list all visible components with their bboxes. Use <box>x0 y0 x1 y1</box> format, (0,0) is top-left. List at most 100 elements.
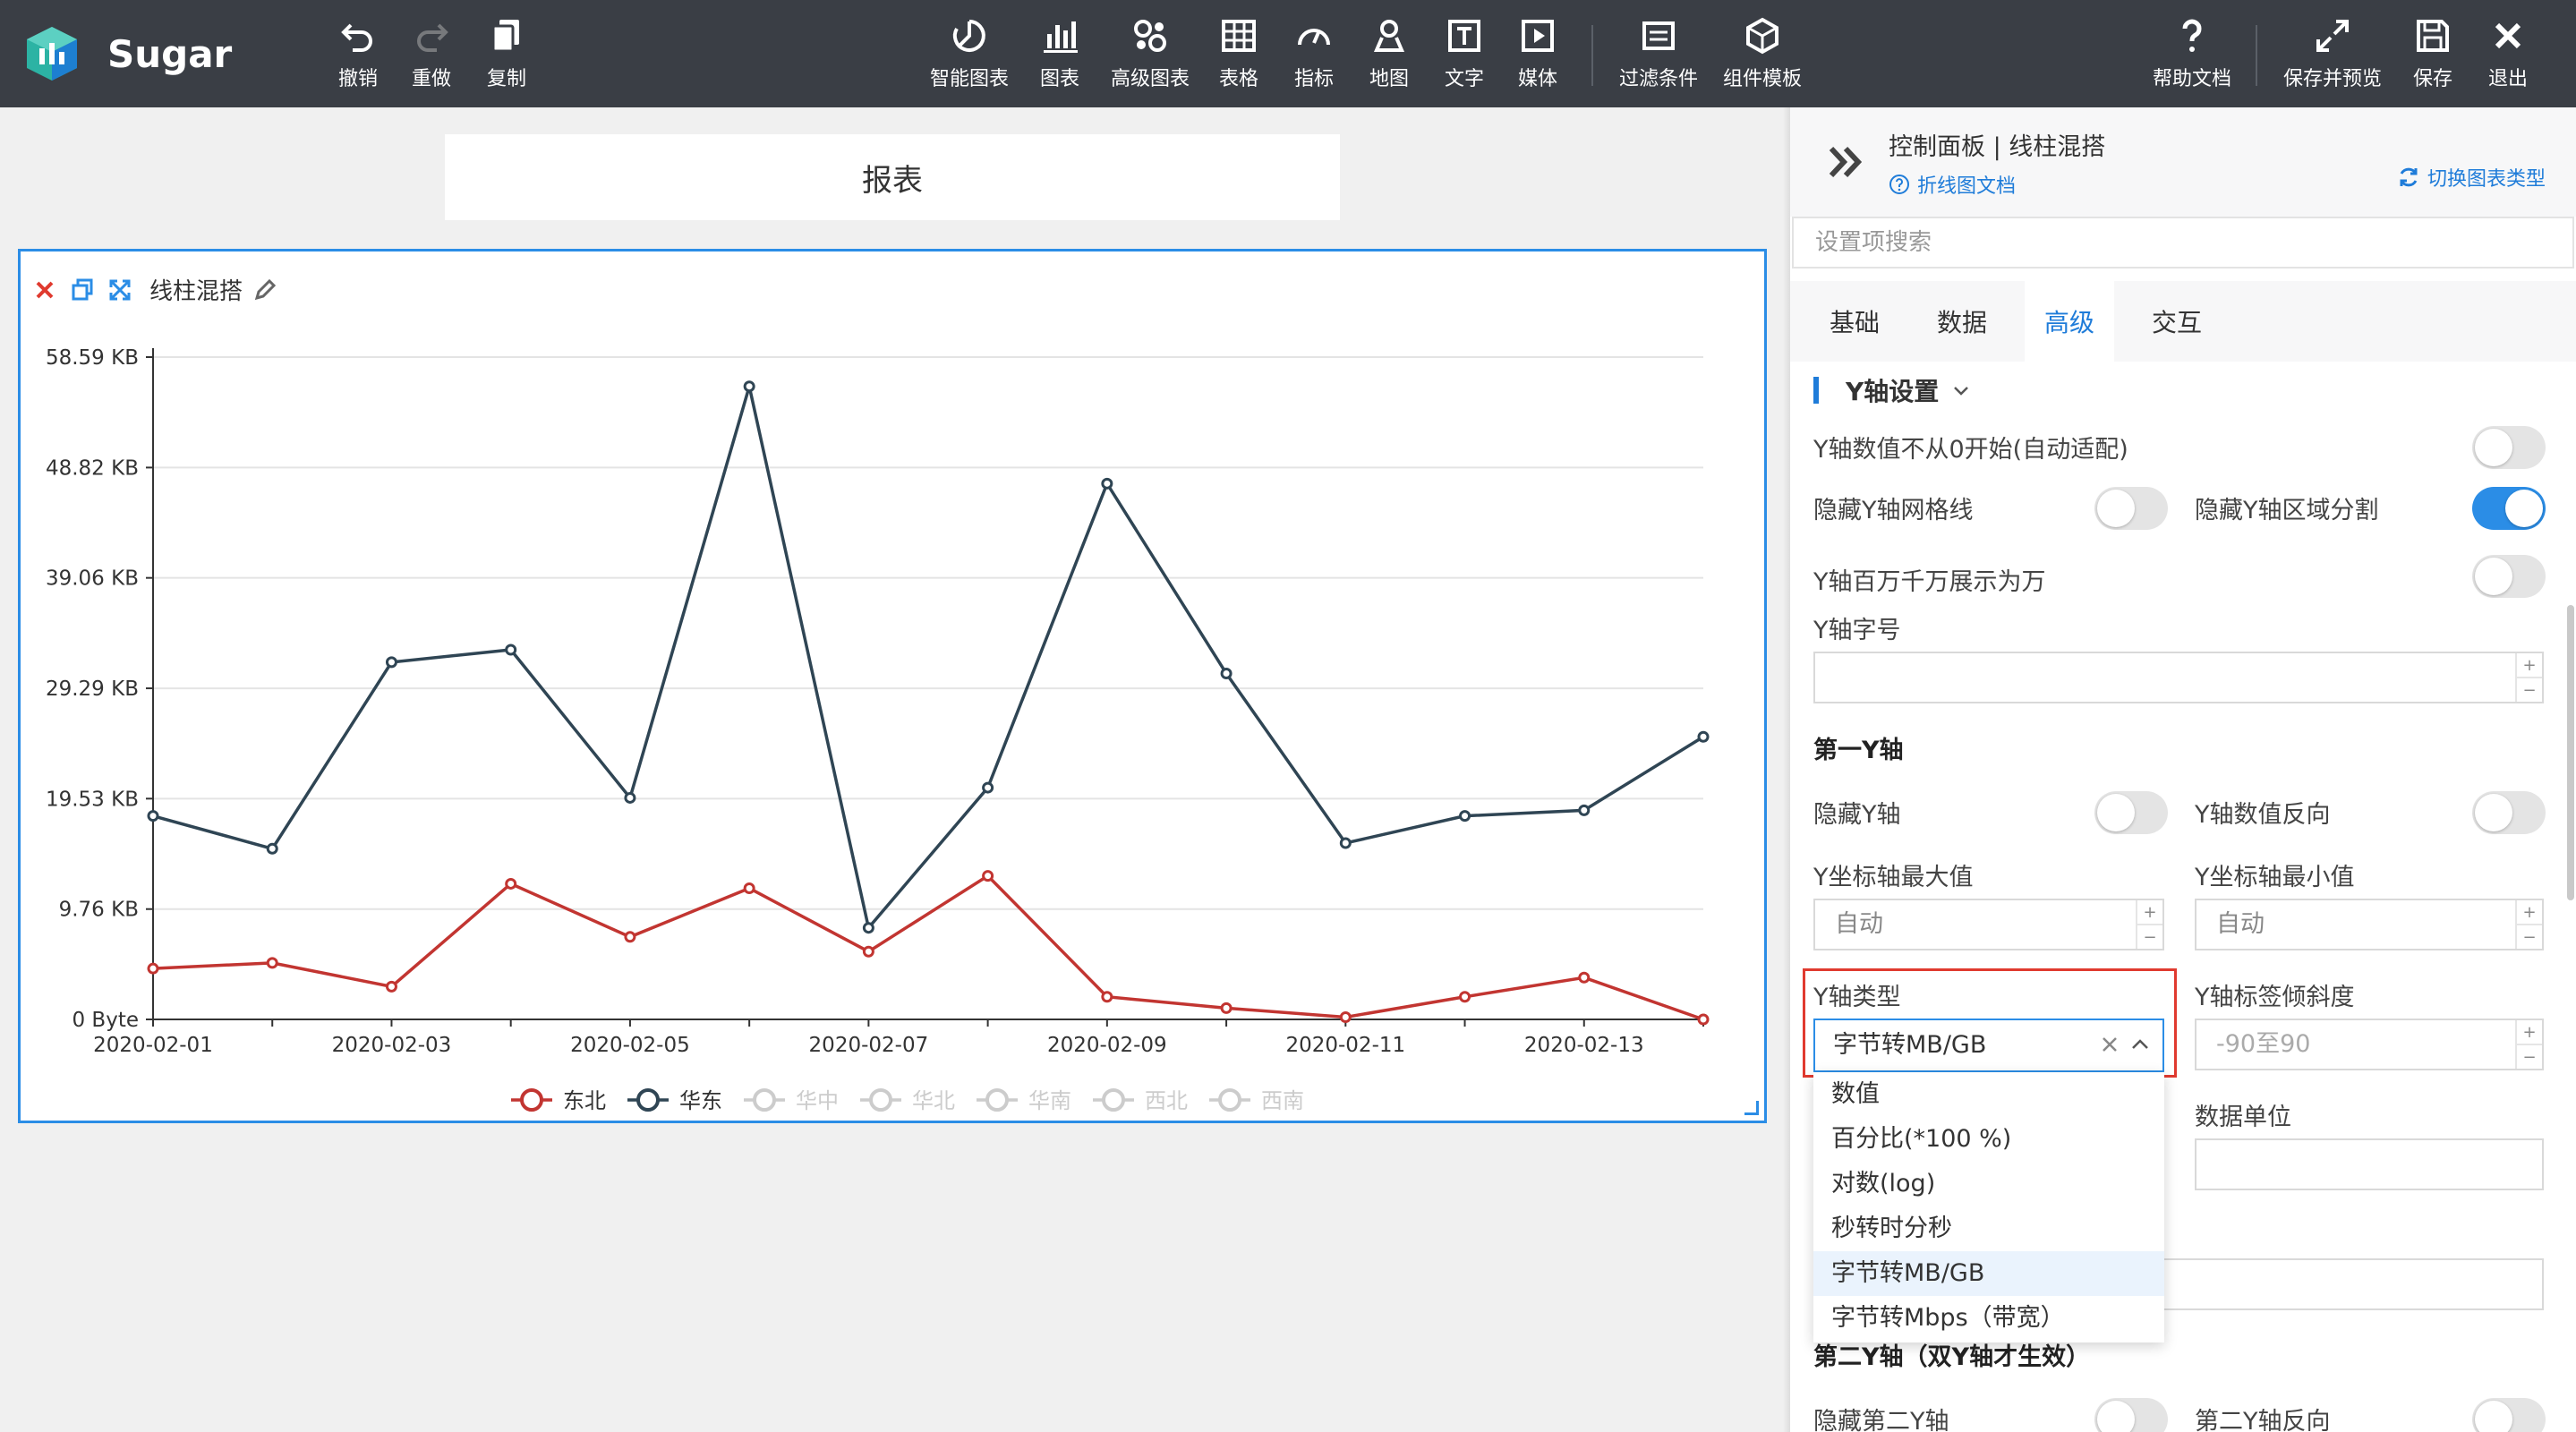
y-type-option[interactable]: 数值 <box>1813 1072 2164 1117</box>
hide-second-y-toggle[interactable] <box>2094 1398 2168 1432</box>
hide-y-grid-toggle[interactable] <box>2094 487 2168 530</box>
y-type-option[interactable]: 对数(log) <box>1813 1162 2164 1206</box>
panel-shadow <box>1783 107 1790 1432</box>
table-label: 表格 <box>1218 68 1258 90</box>
increment-icon[interactable]: + <box>2517 1020 2542 1045</box>
y-type-option[interactable]: 字节转Mbps（带宽） <box>1813 1296 2164 1341</box>
legend-label[interactable]: 华东 <box>679 1088 722 1113</box>
filter-label: 过滤条件 <box>1618 68 1698 90</box>
legend-label[interactable]: 华南 <box>1028 1088 1071 1113</box>
second-y-reverse-label: 第二Y轴反向 <box>2195 1408 2331 1432</box>
map-button[interactable]: 地图 <box>1364 0 1414 107</box>
hide-y-split-toggle[interactable] <box>2472 487 2546 530</box>
legend-label[interactable]: 华中 <box>796 1088 839 1113</box>
duplicate-icon[interactable] <box>69 277 96 303</box>
y-type-option[interactable]: 秒转时分秒 <box>1813 1206 2164 1251</box>
y-type-option-selected[interactable]: 字节转MB/GB <box>1813 1251 2164 1296</box>
decrement-icon[interactable]: − <box>2137 925 2162 949</box>
y-tilt-stepper[interactable]: + − <box>2515 1020 2542 1069</box>
data-point <box>505 644 517 656</box>
legend-label[interactable]: 华北 <box>912 1088 955 1113</box>
redo-button[interactable]: 重做 <box>405 0 458 107</box>
text-button[interactable]: 文字 <box>1439 0 1489 107</box>
toolbar-divider-right <box>2256 25 2257 86</box>
report-title[interactable]: 报表 <box>445 134 1340 220</box>
y-type-option[interactable]: 百分比(*100 %) <box>1813 1117 2164 1162</box>
save-icon <box>2417 20 2449 52</box>
exit-label: 退出 <box>2487 68 2528 90</box>
delete-icon[interactable] <box>31 277 58 303</box>
y-min-stepper[interactable]: + − <box>2515 900 2542 949</box>
redo-icon <box>417 23 448 52</box>
legend-label[interactable]: 西北 <box>1145 1088 1188 1113</box>
app-logo[interactable]: Sugar <box>21 23 232 84</box>
media-button[interactable]: 媒体 <box>1513 0 1563 107</box>
save-preview-button[interactable]: 保存并预览 <box>2275 0 2390 107</box>
y-wan-toggle[interactable] <box>2472 555 2546 598</box>
y-min-input[interactable]: 自动 + − <box>2195 899 2544 950</box>
edit-pencil-icon[interactable] <box>252 277 278 303</box>
y-min-label: Y坐标轴最小值 <box>2195 864 2355 891</box>
table-button[interactable]: 表格 <box>1214 0 1264 107</box>
fullscreen-icon[interactable] <box>107 277 133 303</box>
y-font-size-stepper[interactable]: + − <box>2515 653 2542 702</box>
copy-button[interactable]: 复制 <box>480 0 533 107</box>
tab-data[interactable]: 数据 <box>1917 281 2007 362</box>
hide-y-toggle[interactable] <box>2094 791 2168 834</box>
legend-label[interactable]: 东北 <box>563 1088 606 1113</box>
indicator-button[interactable]: 指标 <box>1289 0 1339 107</box>
collapse-panel-icon[interactable] <box>1826 141 1867 183</box>
report-canvas[interactable]: 报表 0 Byte 9.76 KB 19.53 KB 29.29 KB 39.06 KB… <box>0 107 1790 1432</box>
increment-icon[interactable]: + <box>2517 900 2542 925</box>
line-chart-doc-link[interactable]: 折线图文档 <box>1889 170 2016 199</box>
legend-marker <box>753 1088 776 1112</box>
advanced-chart-button[interactable]: 高级图表 <box>1103 0 1198 107</box>
smart-chart-icon <box>952 20 985 52</box>
tab-interaction[interactable]: 交互 <box>2132 281 2222 362</box>
clear-icon[interactable] <box>2098 1033 2121 1056</box>
settings-search-input[interactable] <box>1792 217 2574 268</box>
template-button[interactable]: 组件模板 <box>1715 0 1810 107</box>
exit-button[interactable]: 退出 <box>2483 0 2533 107</box>
increment-icon[interactable]: + <box>2137 900 2162 925</box>
y-max-input[interactable]: 自动 + − <box>1813 899 2164 950</box>
widget-title: 线柱混搭 <box>149 278 243 305</box>
decrement-icon[interactable]: − <box>2517 678 2542 702</box>
y-not-zero-toggle[interactable] <box>2472 426 2546 469</box>
tab-advanced[interactable]: 高级 <box>2025 281 2114 362</box>
y-tilt-label: Y轴标签倾斜度 <box>2195 984 2355 1011</box>
chart-button[interactable]: 图表 <box>1035 0 1085 107</box>
decrement-icon[interactable]: − <box>2517 1045 2542 1069</box>
line-chart: 0 Byte 9.76 KB 19.53 KB 29.29 KB 39.06 KB 48.… <box>46 346 1710 1113</box>
y-tilt-input[interactable]: -90至90 + − <box>2195 1019 2544 1070</box>
filter-button[interactable]: 过滤条件 <box>1611 0 1706 107</box>
chevron-up-icon[interactable] <box>2128 1033 2152 1056</box>
y-reverse-toggle[interactable] <box>2472 791 2546 834</box>
help-button[interactable]: 帮助文档 <box>2145 0 2239 107</box>
decrement-icon[interactable]: − <box>2517 925 2542 949</box>
hide-second-y-label: 隐藏第二Y轴 <box>1813 1408 1949 1432</box>
data-point <box>1101 477 1113 490</box>
resize-handle[interactable] <box>1744 1101 1759 1115</box>
y-type-select[interactable]: 字节转MB/GB <box>1813 1019 2164 1072</box>
y-axis-section-header[interactable]: Y轴设置 <box>1813 372 1971 408</box>
panel-scrollbar[interactable] <box>2567 605 2574 900</box>
undo-button[interactable]: 撤销 <box>331 0 385 107</box>
y-min-value: 自动 <box>2216 910 2265 938</box>
smart-chart-button[interactable]: 智能图表 <box>922 0 1017 107</box>
text-icon <box>1448 20 1480 52</box>
y-type-selected-value: 字节转MB/GB <box>1833 1031 1987 1059</box>
switch-chart-type-button[interactable]: 切换图表类型 <box>2397 163 2546 192</box>
increment-icon[interactable]: + <box>2517 653 2542 678</box>
tab-basic[interactable]: 基础 <box>1810 281 1899 362</box>
y-max-stepper[interactable]: + − <box>2136 900 2162 949</box>
save-preview-label: 保存并预览 <box>2282 68 2382 90</box>
y-tick-label: 58.59 KB <box>46 346 139 370</box>
data-point <box>1697 730 1710 743</box>
save-button[interactable]: 保存 <box>2408 0 2458 107</box>
y-font-size-input[interactable]: + − <box>1813 652 2544 703</box>
chart-widget[interactable]: 0 Byte 9.76 KB 19.53 KB 29.29 KB 39.06 KB 48.… <box>18 249 1767 1123</box>
second-y-reverse-toggle[interactable] <box>2472 1398 2546 1432</box>
legend-label[interactable]: 西南 <box>1261 1088 1304 1113</box>
data-unit-input[interactable] <box>2195 1138 2544 1190</box>
